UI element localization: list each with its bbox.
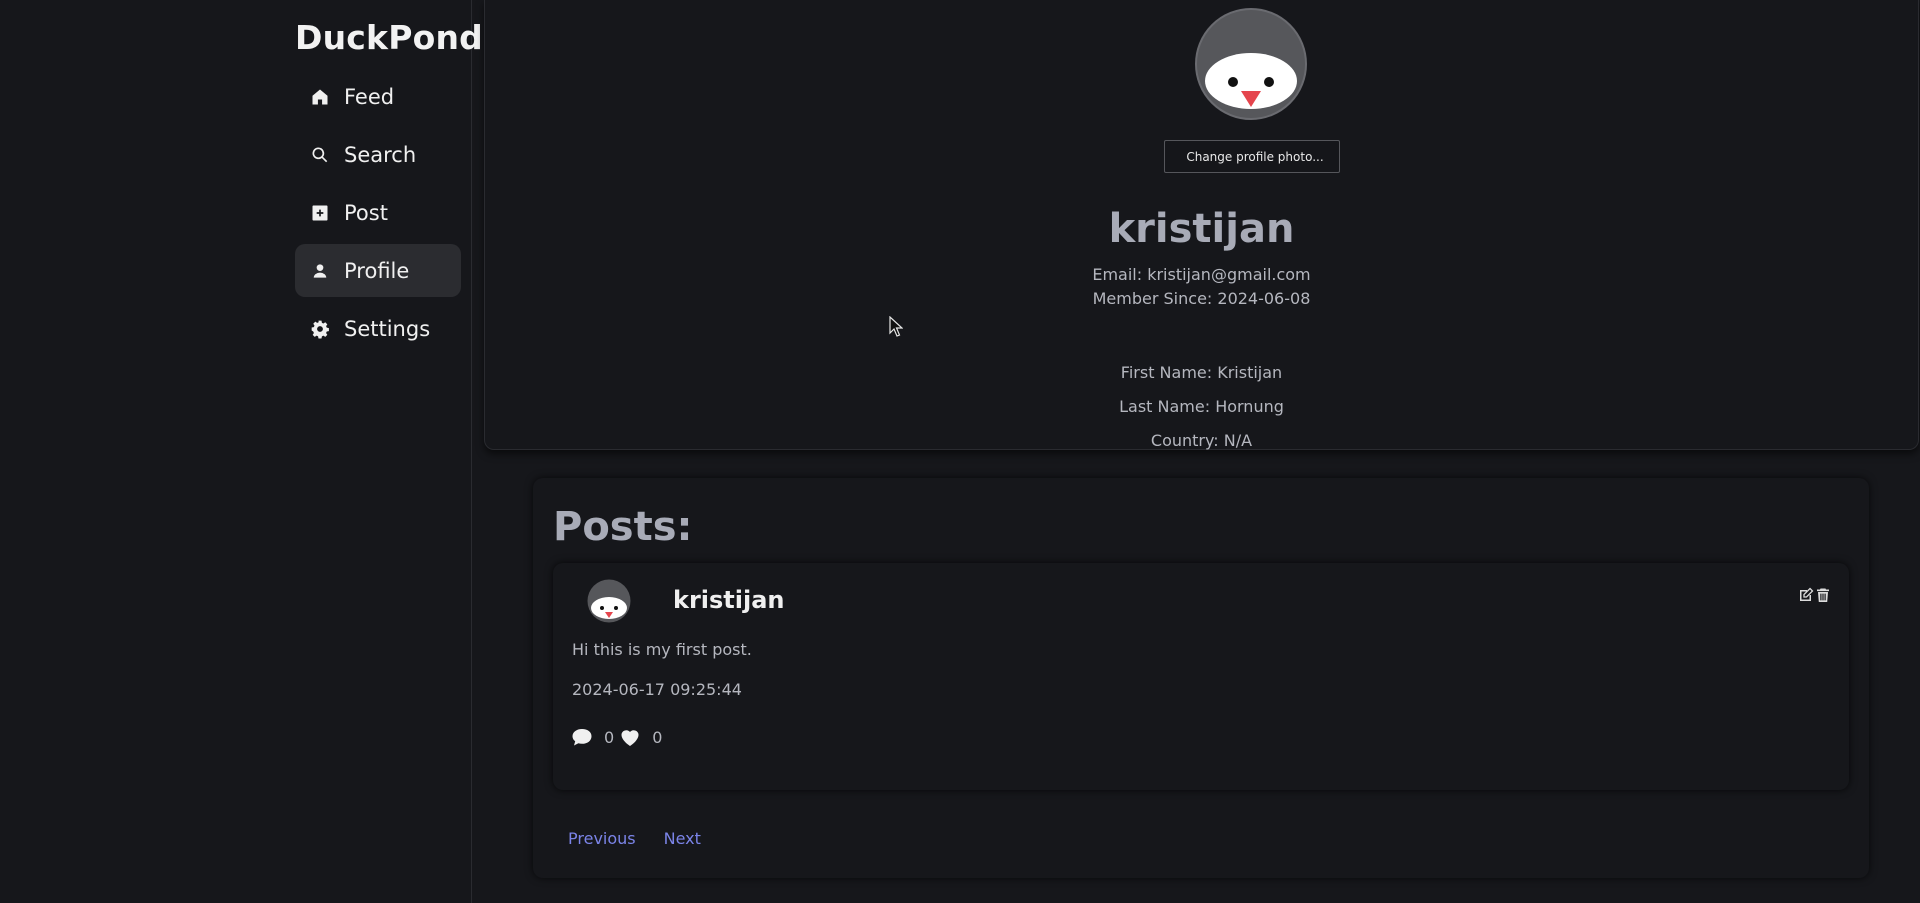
trash-icon[interactable]: [1815, 587, 1831, 603]
gear-icon: [309, 318, 331, 340]
sidebar-item-label: Search: [344, 142, 417, 167]
post-author-avatar: [587, 579, 631, 623]
sidebar-item-label: Profile: [344, 258, 410, 283]
penguin-avatar-icon: [1195, 8, 1307, 120]
posts-heading: Posts:: [553, 504, 693, 550]
post-author-name[interactable]: kristijan: [673, 586, 785, 614]
sidebar-item-post[interactable]: Post: [295, 186, 461, 239]
like-count: 0: [652, 727, 663, 747]
profile-member-since: Member Since: 2024-06-08: [1092, 289, 1311, 308]
profile-email: Email: kristijan@gmail.com: [1092, 265, 1311, 284]
sidebar-item-label: Feed: [344, 84, 395, 109]
plus-square-icon: [309, 202, 331, 224]
sidebar-item-settings[interactable]: Settings: [295, 302, 461, 355]
sidebar-item-feed[interactable]: Feed: [295, 70, 461, 123]
edit-icon[interactable]: [1798, 587, 1814, 603]
change-profile-photo-button[interactable]: Change profile photo...: [1164, 140, 1340, 173]
post-actions: [1798, 587, 1831, 603]
profile-country: Country: N/A: [1150, 431, 1253, 450]
sidebar: DuckPond Feed Search Post Profile Settin…: [0, 0, 483, 903]
post-card: kristijan Hi this is my first post. 2024…: [553, 563, 1849, 790]
post-timestamp: 2024-06-17 09:25:44: [572, 680, 742, 699]
previous-page-link[interactable]: Previous: [568, 829, 636, 848]
sidebar-item-search[interactable]: Search: [295, 128, 461, 181]
comment-count: 0: [604, 727, 615, 747]
next-page-link[interactable]: Next: [664, 829, 701, 848]
sidebar-nav: Feed Search Post Profile Settings: [295, 70, 461, 360]
pagination: Previous Next: [568, 829, 701, 848]
heart-icon[interactable]: [618, 725, 642, 749]
sidebar-item-label: Post: [344, 200, 388, 225]
post-text: Hi this is my first post.: [572, 640, 752, 659]
search-icon: [309, 144, 331, 166]
profile-card: Change profile photo... kristijan Email:…: [484, 0, 1919, 450]
profile-first-name: First Name: Kristijan: [1120, 363, 1283, 382]
sidebar-item-profile[interactable]: Profile: [295, 244, 461, 297]
posts-section: Posts: kristijan Hi this is my first pos…: [533, 478, 1869, 878]
home-icon: [309, 86, 331, 108]
mouse-cursor-icon: [889, 315, 904, 338]
post-stats: 0 0: [570, 725, 666, 749]
profile-username: kristijan: [1108, 206, 1295, 252]
sidebar-item-label: Settings: [344, 316, 431, 341]
person-icon: [309, 260, 331, 282]
app-brand: DuckPond: [295, 18, 483, 57]
comment-icon[interactable]: [570, 725, 594, 749]
profile-last-name: Last Name: Hornung: [1119, 397, 1284, 416]
